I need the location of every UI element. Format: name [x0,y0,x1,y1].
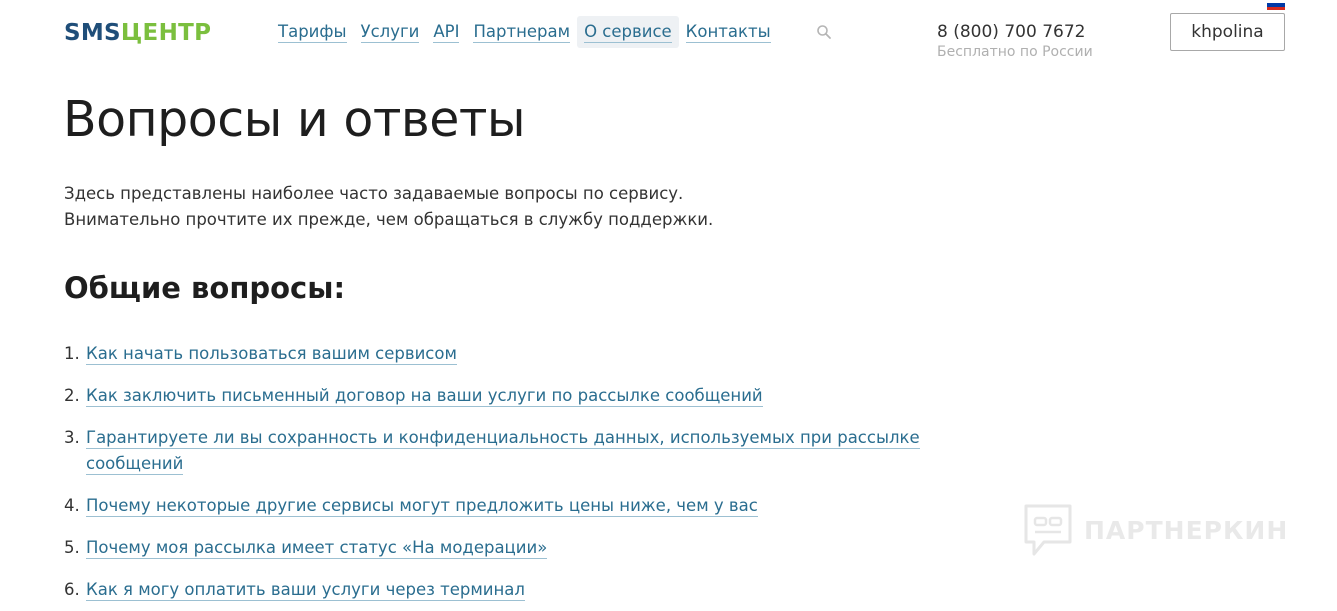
nav-item-label: API [433,22,460,43]
main-nav: Тарифы Услуги API Партнерам О сервисе Ко… [271,15,778,49]
faq-link-text: Как начать пользоваться вашим сервисом [86,344,457,365]
faq-item: 4. Почему некоторые другие сервисы могут… [64,493,944,519]
nav-item-label: О сервисе [584,22,672,43]
nav-item-label: Контакты [685,22,771,43]
faq-link[interactable]: Гарантируете ли вы сохранность и конфиде… [86,425,944,477]
faq-link[interactable]: Почему моя рассылка имеет статус «На мод… [86,535,548,561]
faq-link-text: Гарантируете ли вы сохранность и конфиде… [86,428,920,475]
faq-link-text: Как заключить письменный договор на ваши… [86,386,763,407]
faq-link[interactable]: Как я могу оплатить ваши услуги через те… [86,577,525,603]
faq-number: 5. [64,538,80,557]
flag-band [1267,6,1285,10]
faq-item: 2. Как заключить письменный договор на в… [64,383,944,409]
watermark: ПАРТНЕРКИН [1022,502,1288,558]
nav-item-tariffs[interactable]: Тарифы [271,16,354,48]
faq-item: 3. Гарантируете ли вы сохранность и конф… [64,425,944,477]
faq-link[interactable]: Почему некоторые другие сервисы могут пр… [86,493,758,519]
logo-part-sms: SMS [64,20,121,46]
faq-number: 3. [64,428,80,447]
section-title: Общие вопросы: [64,271,346,305]
page-title: Вопросы и ответы [63,91,526,148]
search-icon[interactable] [816,24,832,40]
logo-part-centr: ЦЕНТР [120,20,212,46]
watermark-text: ПАРТНЕРКИН [1084,515,1289,545]
nav-item-contacts[interactable]: Контакты [679,16,778,48]
nav-item-label: Услуги [360,22,420,43]
nav-item-api[interactable]: API [426,16,466,48]
faq-item: 1. Как начать пользоваться вашим сервисо… [64,341,944,367]
chat-bubble-icon [1024,504,1072,556]
intro-text: Здесь представлены наиболее часто задава… [64,181,713,233]
faq-number: 1. [64,344,80,363]
faq-link-text: Как я могу оплатить ваши услуги через те… [86,580,525,601]
faq-link[interactable]: Как начать пользоваться вашим сервисом [86,341,457,367]
faq-list: 1. Как начать пользоваться вашим сервисо… [64,341,944,611]
faq-number: 2. [64,386,80,405]
faq-item: 6. Как я могу оплатить ваши услуги через… [64,577,944,603]
logo[interactable]: SMSЦЕНТР [64,20,211,46]
intro-line: Здесь представлены наиболее часто задава… [64,184,684,203]
nav-item-label: Тарифы [278,22,347,43]
faq-item: 5. Почему моя рассылка имеет статус «На … [64,535,944,561]
faq-link-text: Почему некоторые другие сервисы могут пр… [86,496,758,517]
nav-item-label: Партнерам [473,22,571,43]
language-flag-icon[interactable] [1267,0,1285,10]
nav-item-about[interactable]: О сервисе [577,16,679,48]
faq-link-text: Почему моя рассылка имеет статус «На мод… [86,538,548,559]
account-button[interactable]: khpolina [1170,13,1285,51]
phone-note: Бесплатно по России [937,44,1093,60]
nav-item-services[interactable]: Услуги [354,16,427,48]
faq-number: 6. [64,580,80,599]
faq-number: 4. [64,496,80,515]
nav-item-partners[interactable]: Партнерам [466,16,577,48]
phone-number[interactable]: 8 (800) 700 7672 [937,21,1085,43]
faq-link[interactable]: Как заключить письменный договор на ваши… [86,383,763,409]
intro-line: Внимательно прочтите их прежде, чем обра… [64,210,714,229]
